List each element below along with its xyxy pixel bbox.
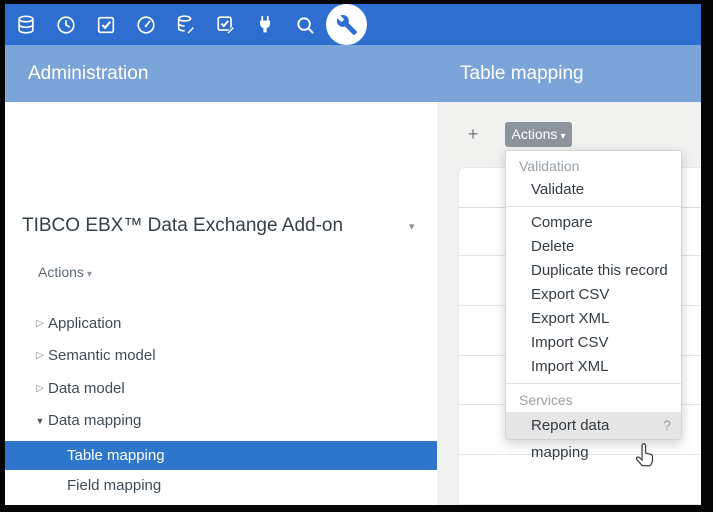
clock-icon[interactable]	[53, 12, 78, 37]
right-actions-menu-button[interactable]: Actions▾	[505, 122, 572, 147]
tree-item-semantic-model[interactable]: ▷ Semantic model	[5, 342, 437, 370]
menu-divider	[506, 206, 681, 207]
actions-dropdown-menu: Validation Validate Compare Delete Dupli…	[505, 150, 682, 440]
wrench-icon-active[interactable]	[326, 4, 367, 45]
top-toolbar	[5, 4, 701, 45]
admin-sidebar-panel: TIBCO EBX™ Data Exchange Add-on ▾ Action…	[5, 102, 437, 505]
tree-item-data-model[interactable]: ▷ Data model	[5, 375, 437, 403]
expand-triangle-icon[interactable]: ▼	[33, 407, 47, 435]
menu-item-export-xml[interactable]: Export XML	[506, 307, 681, 331]
menu-item-compare[interactable]: Compare	[506, 211, 681, 235]
menu-item-delete[interactable]: Delete	[506, 235, 681, 259]
collapse-triangle-icon[interactable]: ▷	[33, 342, 47, 370]
dataset-title: TIBCO EBX™ Data Exchange Add-on	[22, 215, 343, 237]
page-title-administration: Administration	[28, 45, 148, 102]
checkbox-icon[interactable]	[93, 12, 118, 37]
menu-section-validation: Validation	[506, 154, 681, 178]
database-edit-icon[interactable]	[173, 12, 198, 37]
page-title-table-mapping: Table mapping	[460, 45, 584, 102]
help-icon[interactable]: ?	[663, 412, 671, 439]
menu-item-validate[interactable]: Validate	[506, 178, 681, 202]
tree-item-data-mapping[interactable]: ▼ Data mapping	[5, 407, 437, 435]
gauge-icon[interactable]	[133, 12, 158, 37]
collapse-triangle-icon[interactable]: ▷	[33, 375, 47, 403]
tree-item-field-mapping[interactable]: Field mapping	[5, 472, 437, 500]
menu-divider	[506, 383, 681, 384]
menu-item-import-csv[interactable]: Import CSV	[506, 331, 681, 355]
add-record-button[interactable]: +	[463, 122, 483, 147]
header-bar: Administration Table mapping	[5, 45, 701, 102]
caret-down-icon: ▾	[87, 269, 92, 280]
menu-item-import-xml[interactable]: Import XML	[506, 355, 681, 379]
plug-icon[interactable]	[252, 12, 277, 37]
app-window: Administration Table mapping TIBCO EBX™ …	[5, 4, 701, 505]
database-icon[interactable]	[13, 12, 38, 37]
collapse-triangle-icon[interactable]: ▷	[33, 310, 47, 338]
tree-item-table-mapping-selected[interactable]: Table mapping	[5, 441, 437, 470]
search-icon[interactable]	[292, 12, 317, 37]
menu-item-report-data-mapping[interactable]: Report data mapping ?	[506, 412, 681, 439]
tree-item-application[interactable]: ▷ Application	[5, 310, 437, 338]
menu-item-duplicate[interactable]: Duplicate this record	[506, 259, 681, 283]
dataset-title-caret-icon[interactable]: ▾	[409, 220, 415, 233]
checkbox-edit-icon[interactable]	[213, 12, 238, 37]
menu-item-export-csv[interactable]: Export CSV	[506, 283, 681, 307]
left-actions-menu-button[interactable]: Actions▾	[38, 264, 92, 280]
menu-section-services: Services	[506, 388, 681, 412]
caret-down-icon: ▾	[560, 131, 565, 142]
